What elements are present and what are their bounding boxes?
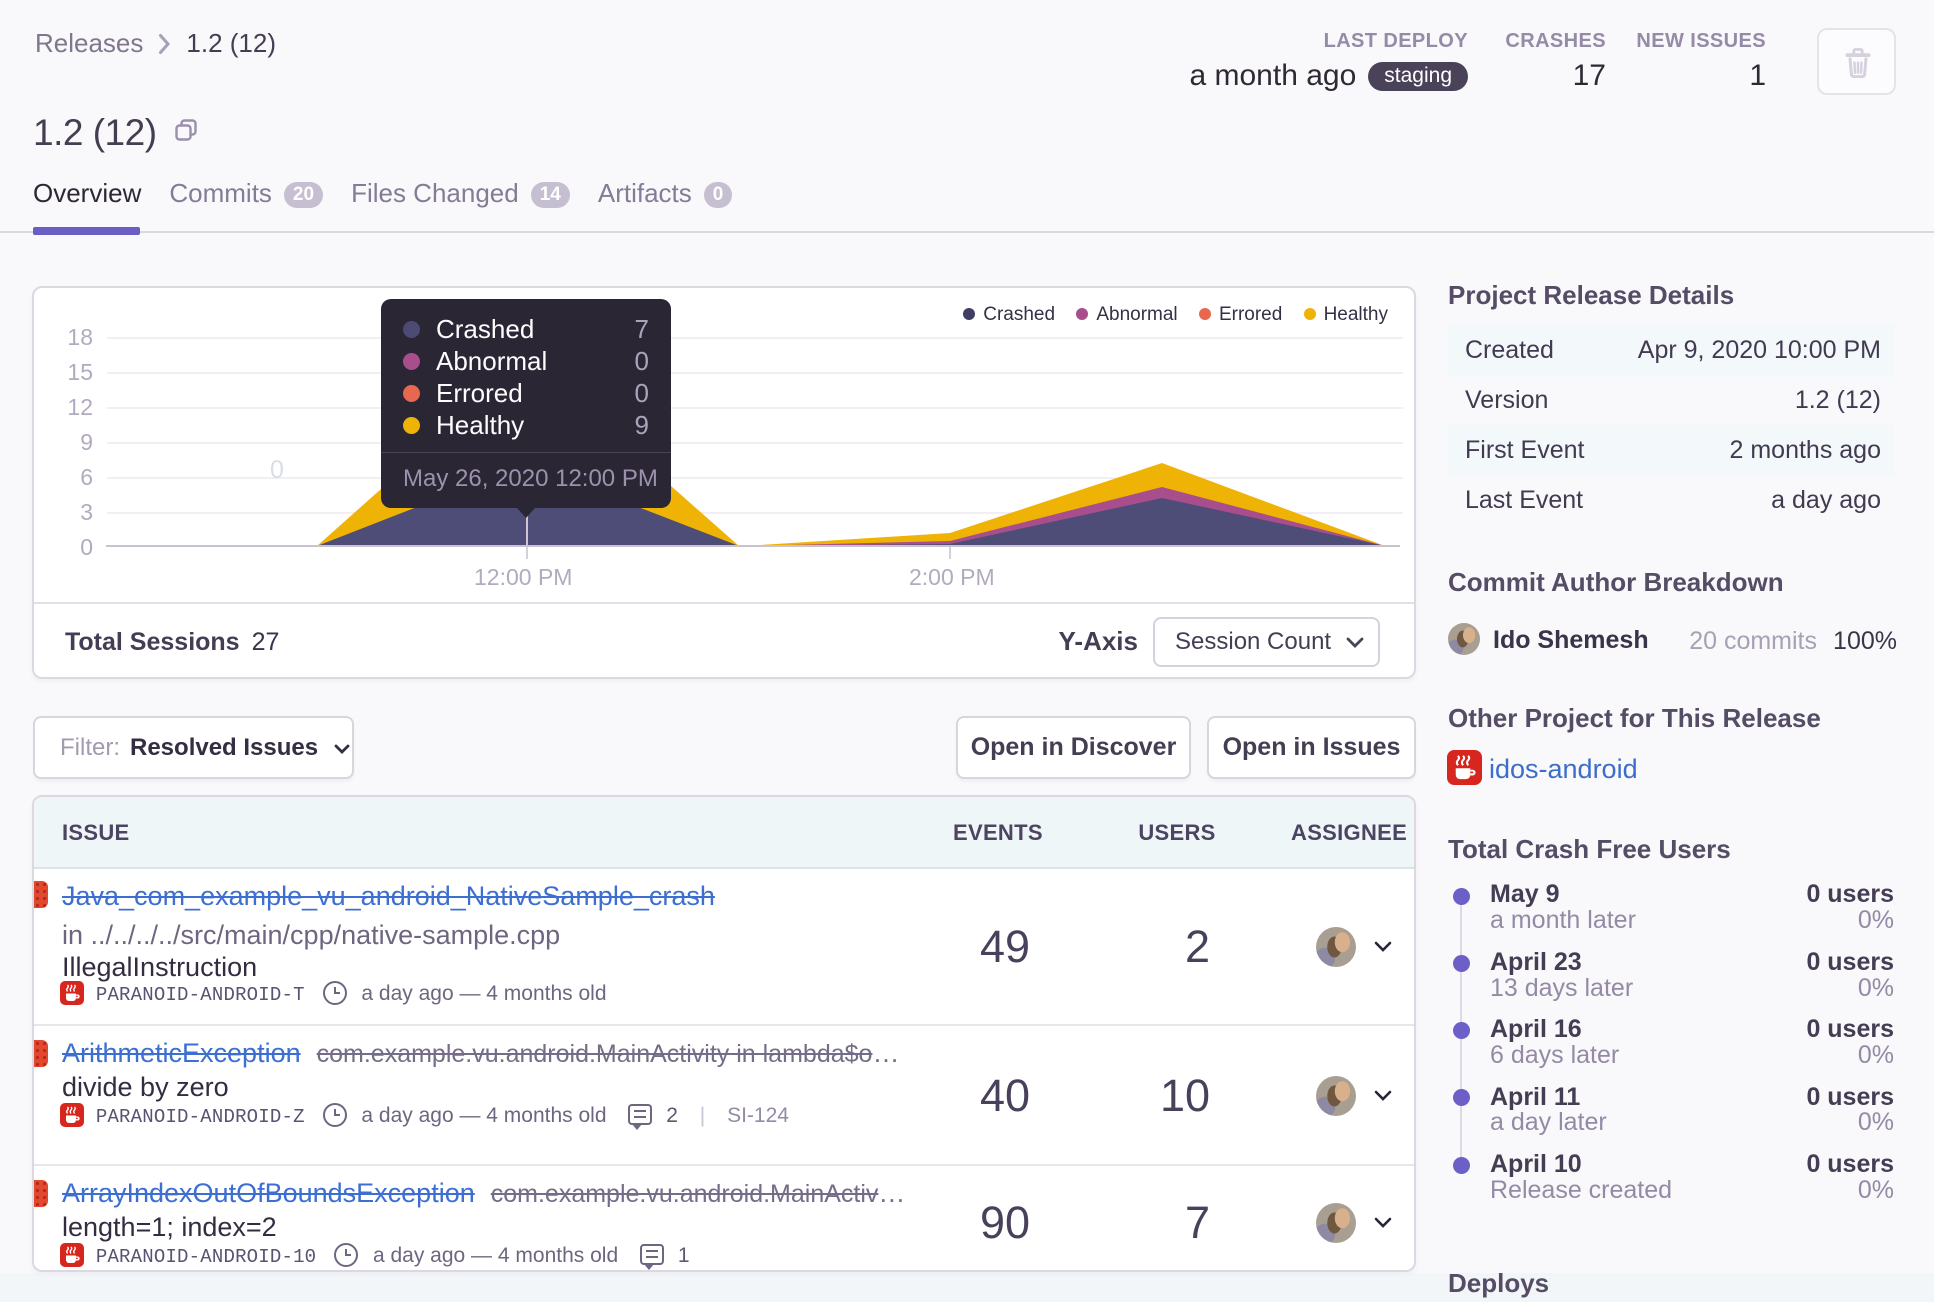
svg-text:0: 0 <box>270 456 284 484</box>
